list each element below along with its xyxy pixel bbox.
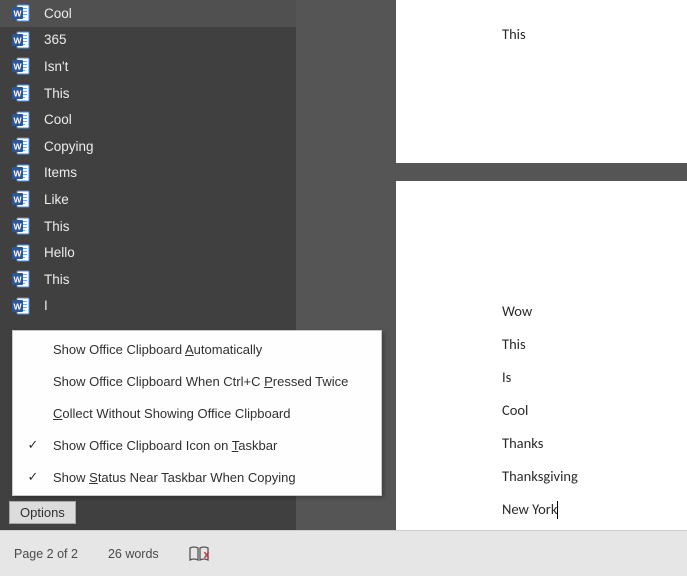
options-menu-item-label: Show Office Clipboard Icon on Taskbar — [53, 438, 277, 453]
svg-text:W: W — [13, 142, 22, 152]
document-line[interactable]: New York — [502, 493, 578, 526]
options-button[interactable]: Options — [9, 501, 76, 524]
clipboard-item[interactable]: W 365 — [0, 27, 296, 54]
clipboard-item-label: Cool — [44, 6, 72, 21]
options-menu-item[interactable]: ✓Show Status Near Taskbar When Copying — [13, 461, 381, 493]
document-line[interactable]: Thanksgiving — [502, 460, 578, 493]
svg-text:W: W — [13, 35, 22, 45]
clipboard-item-label: This — [44, 86, 70, 101]
clipboard-item-label: Items — [44, 165, 77, 180]
check-icon: ✓ — [13, 469, 53, 485]
clipboard-item-label: Hello — [44, 245, 75, 260]
clipboard-item[interactable]: W This — [0, 80, 296, 107]
text-caret — [557, 501, 558, 519]
word-icon: W — [12, 31, 30, 49]
svg-text:W: W — [13, 115, 22, 125]
options-menu-item[interactable]: Collect Without Showing Office Clipboard — [13, 397, 381, 429]
clipboard-item-label: This — [44, 272, 70, 287]
page-1[interactable]: This — [396, 0, 687, 163]
clipboard-item[interactable]: W This — [0, 213, 296, 240]
clipboard-item[interactable]: W Copying — [0, 133, 296, 160]
document-line[interactable]: This — [502, 328, 578, 361]
svg-text:W: W — [13, 248, 22, 258]
svg-text:W: W — [13, 195, 22, 205]
svg-text:W: W — [13, 301, 22, 311]
options-menu-item[interactable]: Show Office Clipboard Automatically — [13, 333, 381, 365]
clipboard-item-label: I — [44, 298, 48, 313]
options-menu-item-label: Collect Without Showing Office Clipboard — [53, 406, 291, 421]
check-icon: ✓ — [13, 437, 53, 453]
clipboard-item[interactable]: W This — [0, 266, 296, 293]
document-line[interactable]: Cool — [502, 394, 578, 427]
word-icon: W — [12, 111, 30, 129]
clipboard-item[interactable]: W Items — [0, 160, 296, 187]
page-2[interactable]: WowThisIsCoolThanksThanksgivingNew York — [396, 181, 687, 530]
word-icon: W — [12, 217, 30, 235]
word-icon: W — [12, 270, 30, 288]
word-icon: W — [12, 164, 30, 182]
options-menu-item[interactable]: Show Office Clipboard When Ctrl+C Presse… — [13, 365, 381, 397]
svg-text:W: W — [13, 168, 22, 178]
clipboard-item-label: This — [44, 219, 70, 234]
status-words[interactable]: 26 words — [108, 547, 159, 561]
status-page[interactable]: Page 2 of 2 — [14, 547, 78, 561]
word-icon: W — [12, 244, 30, 262]
clipboard-item[interactable]: W Cool — [0, 0, 296, 27]
word-icon: W — [12, 297, 30, 315]
options-menu-item-label: Show Office Clipboard When Ctrl+C Presse… — [53, 374, 348, 389]
word-icon: W — [12, 57, 30, 75]
status-bar: Page 2 of 2 26 words — [0, 530, 687, 576]
clipboard-item-label: Cool — [44, 112, 72, 127]
svg-text:W: W — [13, 62, 22, 72]
clipboard-list: WCoolW365WIsn'tWThisWCoolWCopyingWItemsW… — [0, 0, 296, 319]
svg-text:W: W — [13, 89, 22, 99]
word-icon: W — [12, 4, 30, 22]
book-icon[interactable] — [189, 546, 209, 562]
document-line[interactable]: Thanks — [502, 427, 578, 460]
clipboard-item[interactable]: W Isn't — [0, 53, 296, 80]
clipboard-item[interactable]: WI — [0, 293, 296, 320]
clipboard-item-label: Isn't — [44, 59, 68, 74]
clipboard-item-label: Like — [44, 192, 69, 207]
document-line[interactable]: Wow — [502, 295, 578, 328]
clipboard-item[interactable]: W Cool — [0, 106, 296, 133]
document-line[interactable]: This — [502, 18, 526, 51]
app-root: WCoolW365WIsn'tWThisWCoolWCopyingWItemsW… — [0, 0, 687, 576]
clipboard-item-label: 365 — [44, 32, 67, 47]
word-icon: W — [12, 190, 30, 208]
word-icon: W — [12, 84, 30, 102]
clipboard-item[interactable]: W Hello — [0, 239, 296, 266]
svg-text:W: W — [13, 9, 22, 19]
document-line[interactable]: Is — [502, 361, 578, 394]
options-menu: Show Office Clipboard Automatically Show … — [12, 330, 382, 496]
clipboard-item-label: Copying — [44, 139, 94, 154]
svg-text:W: W — [13, 222, 22, 232]
options-menu-item-label: Show Status Near Taskbar When Copying — [53, 470, 296, 485]
options-menu-item-label: Show Office Clipboard Automatically — [53, 342, 262, 357]
svg-text:W: W — [13, 275, 22, 285]
options-menu-item[interactable]: ✓Show Office Clipboard Icon on Taskbar — [13, 429, 381, 461]
clipboard-item[interactable]: W Like — [0, 186, 296, 213]
word-icon: W — [12, 137, 30, 155]
